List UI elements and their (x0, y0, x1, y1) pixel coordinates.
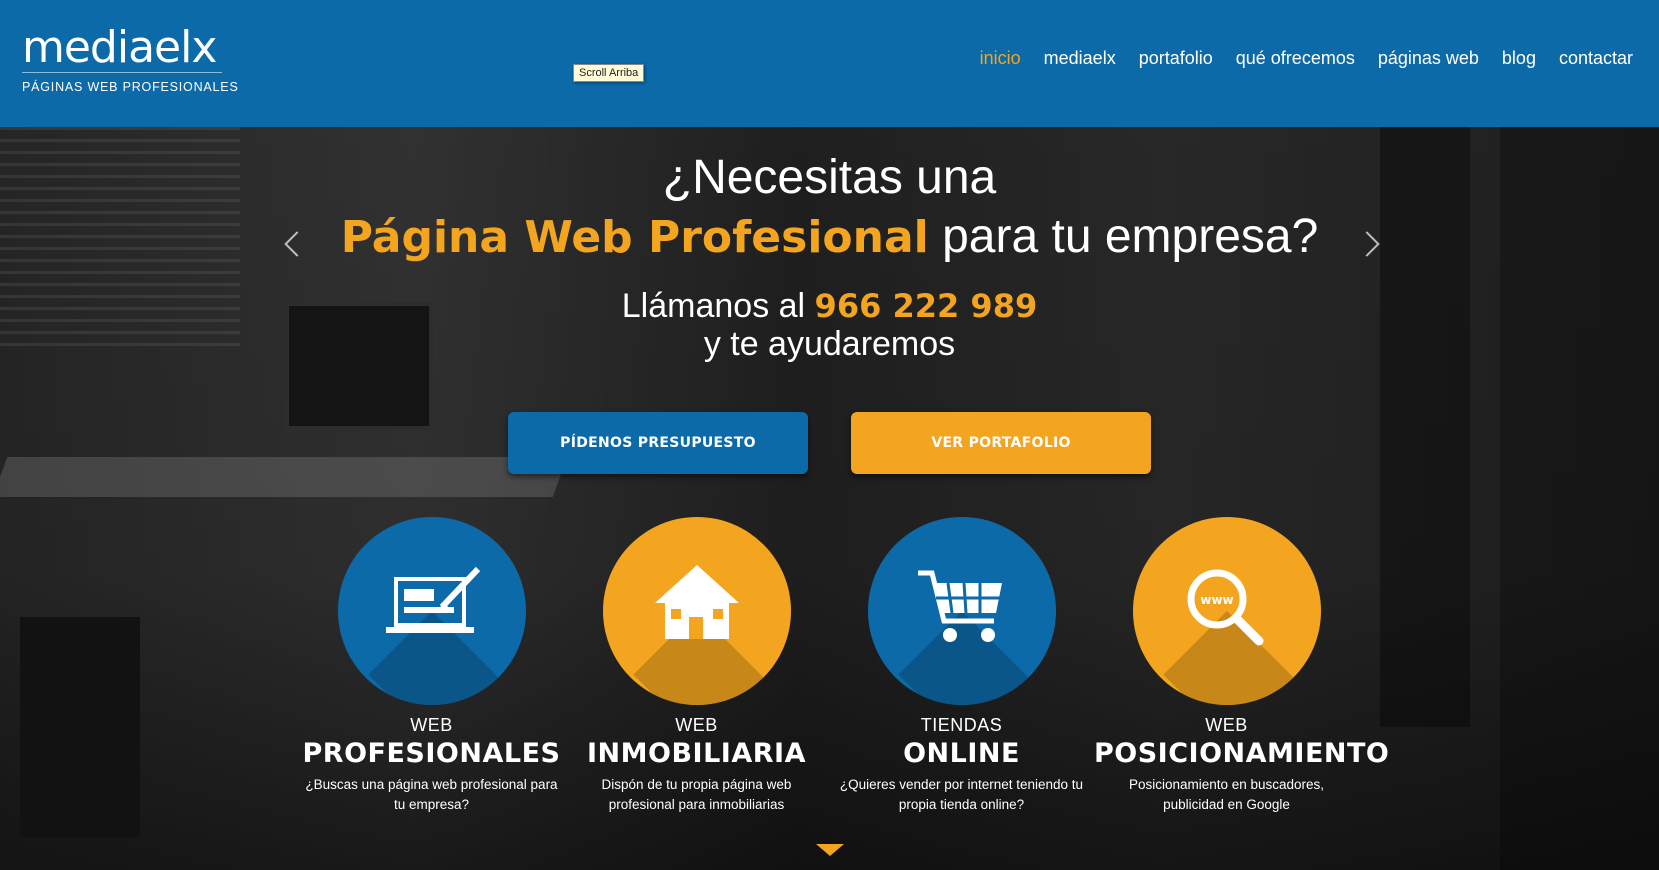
laptop-pen-icon (385, 566, 480, 633)
nav-portafolio[interactable]: portafolio (1139, 48, 1213, 69)
service-description: Posicionamiento en buscadores, publicidad… (1094, 775, 1359, 815)
svg-text:www: www (1200, 593, 1233, 607)
nav-que-ofrecemos[interactable]: qué ofrecemos (1236, 48, 1355, 69)
bg-desk (0, 457, 568, 497)
service-label-small: WEB (675, 715, 718, 735)
service-label-small: WEB (410, 715, 453, 735)
service-label-big: ONLINE (903, 738, 1020, 769)
service-label-big: INMOBILIARIA (587, 738, 806, 769)
hero-line-2: Página Web Profesional para tu empresa? (0, 209, 1659, 264)
service-desc-line: propia tienda online? (898, 797, 1025, 812)
magnifier-icon: www (1187, 569, 1263, 646)
service-circle (867, 517, 1056, 705)
service-label-small: TIENDAS (920, 715, 1003, 735)
hero-line-4: y te ayudaremos (703, 325, 956, 363)
hero-line-3: Llámanos al 966 222 989 (0, 287, 1659, 326)
service-label-big: POSICIONAMIENTO (1094, 738, 1390, 769)
service-web-profesionales[interactable]: WEB PROFESIONALES ¿Buscas una página web… (299, 517, 564, 815)
hero-phone[interactable]: 966 222 989 (815, 287, 1038, 325)
service-desc-line: ¿Quieres vender por internet teniendo tu (839, 777, 1084, 792)
cart-icon (917, 570, 1002, 642)
service-desc-line: profesional para inmobiliarias (608, 797, 785, 812)
scroll-down-icon[interactable] (816, 844, 844, 856)
logo[interactable]: mediaelx (22, 22, 217, 74)
hero-call-text: Llámanos al (621, 287, 815, 325)
service-desc-line: ¿Buscas una página web profesional para (305, 777, 558, 792)
scroll-top-tooltip: Scroll Arriba (573, 64, 645, 82)
quote-button[interactable]: PÍDENOS PRESUPUESTO (508, 412, 808, 474)
nav-mediaelx[interactable]: mediaelx (1044, 48, 1116, 69)
service-description: ¿Buscas una página web profesional para t… (299, 775, 564, 815)
nav-blog[interactable]: blog (1502, 48, 1536, 69)
service-circle: www (1132, 517, 1321, 705)
hero-section: ¿Necesitas una Página Web Profesional pa… (0, 127, 1659, 870)
logo-tagline: PÁGINAS WEB PROFESIONALES (22, 80, 239, 94)
service-desc-line: tu empresa? (393, 797, 470, 812)
service-circle (337, 517, 526, 705)
house-icon (654, 565, 739, 639)
nav-paginas-web[interactable]: páginas web (1378, 48, 1479, 69)
service-desc-line: Dispón de tu propia página web (601, 777, 792, 792)
service-description: Dispón de tu propia página web profesiona… (564, 775, 829, 815)
service-tiendas-online[interactable]: TIENDAS ONLINE ¿Quieres vender por inter… (829, 517, 1094, 815)
hero-line-1: ¿Necesitas una (662, 151, 997, 204)
main-nav: inicio mediaelx portafolio qué ofrecemos… (980, 48, 1633, 69)
bg-computer-tower (20, 617, 140, 837)
service-circle (602, 517, 791, 705)
service-label-small: WEB (1205, 715, 1248, 735)
nav-inicio[interactable]: inicio (980, 48, 1021, 69)
service-desc-line: publicidad en Google (1163, 797, 1290, 812)
nav-contactar[interactable]: contactar (1559, 48, 1633, 69)
hero-line-2-rest: para tu empresa? (928, 210, 1319, 263)
portfolio-button[interactable]: VER PORTAFOLIO (851, 412, 1151, 474)
service-desc-line: Posicionamiento en buscadores, (1128, 777, 1325, 792)
hero-highlight: Página Web Profesional (340, 212, 929, 263)
service-description: ¿Quieres vender por internet teniendo tu… (829, 775, 1094, 815)
service-label-big: PROFESIONALES (302, 738, 561, 769)
logo-divider (22, 72, 222, 73)
service-web-inmobiliaria[interactable]: WEB INMOBILIARIA Dispón de tu propia pág… (564, 517, 829, 815)
service-web-posicionamiento[interactable]: www WEB POSICIONAMIENTO Posicionamiento … (1094, 517, 1390, 815)
site-header: mediaelx PÁGINAS WEB PROFESIONALES Scrol… (0, 0, 1659, 127)
